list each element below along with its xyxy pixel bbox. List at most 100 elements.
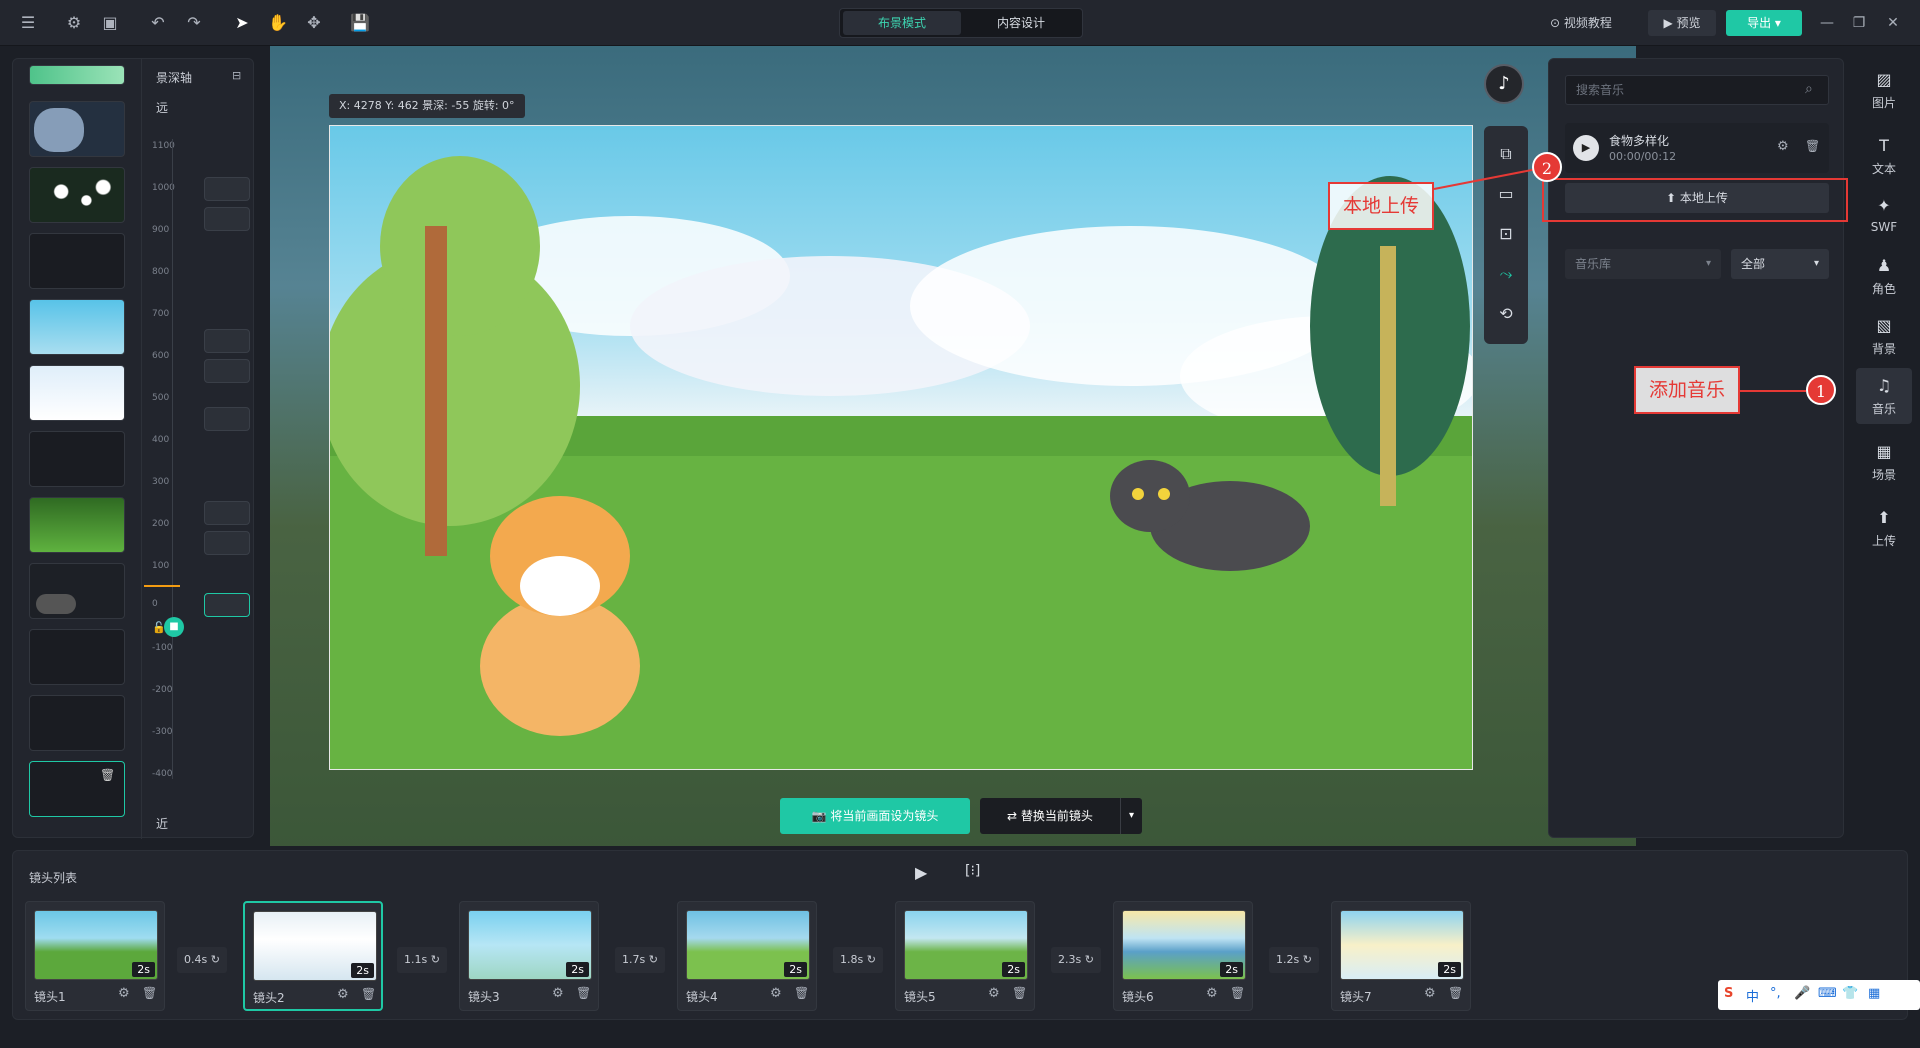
nav-item-image[interactable]: ▨ 图片: [1856, 62, 1912, 118]
layer-thumbnail[interactable]: [29, 299, 125, 355]
path-tool-icon[interactable]: ⤳: [1494, 262, 1518, 286]
minimize-icon[interactable]: —: [1814, 10, 1840, 36]
tab-layout-mode[interactable]: 布景模式: [843, 11, 961, 35]
hand-tool-icon[interactable]: ✋: [266, 11, 290, 35]
depth-layer-chip[interactable]: [204, 359, 250, 383]
layer-thumbnail[interactable]: [29, 167, 125, 223]
tab-content-design[interactable]: 内容设计: [962, 11, 1080, 35]
trash-icon[interactable]: 🗑: [1230, 986, 1245, 1000]
layer-thumbnail[interactable]: [29, 629, 125, 685]
preview-frame-icon[interactable]: ⧉: [1494, 142, 1518, 166]
shot-card[interactable]: 2s 镜头5 ⚙ 🗑: [895, 901, 1035, 1011]
ime-language[interactable]: 中: [1746, 986, 1759, 1005]
undo-icon[interactable]: ↶: [146, 11, 170, 35]
fit-icon[interactable]: [⁝]: [965, 863, 980, 879]
depth-layer-chip[interactable]: [204, 501, 250, 525]
search-icon[interactable]: ⌕: [1805, 81, 1813, 97]
nav-item-character[interactable]: ♟ 角色: [1856, 248, 1912, 304]
gear-icon[interactable]: ⚙: [988, 986, 1000, 1001]
rotate-icon[interactable]: ⟲: [1494, 302, 1518, 326]
trash-icon[interactable]: 🗑: [361, 987, 376, 1001]
gear-icon[interactable]: ⚙: [1206, 986, 1218, 1001]
trash-icon[interactable]: 🗑: [1805, 139, 1820, 153]
redo-icon[interactable]: ↷: [182, 11, 206, 35]
layer-thumbnail[interactable]: [29, 695, 125, 751]
music-note-icon[interactable]: ♪: [1484, 64, 1524, 104]
restore-icon[interactable]: ❐: [1846, 10, 1872, 36]
scene-stage[interactable]: [329, 125, 1473, 770]
transition-chip[interactable]: 1.1s ↻: [397, 947, 447, 973]
keyboard-icon[interactable]: ⌨: [1818, 986, 1837, 1001]
gear-icon[interactable]: ⚙: [337, 987, 349, 1002]
shot-card[interactable]: 2s 镜头4 ⚙ 🗑: [677, 901, 817, 1011]
nav-item-text[interactable]: T 文本: [1856, 128, 1912, 184]
layer-thumbnail[interactable]: [29, 431, 125, 487]
microphone-icon[interactable]: 🎤: [1794, 986, 1810, 1001]
shot-card[interactable]: 2s 镜头3 ⚙ 🗑: [459, 901, 599, 1011]
skin-icon[interactable]: 👕: [1842, 986, 1858, 1001]
depth-layer-chip[interactable]: [204, 329, 250, 353]
replace-shot-button[interactable]: ⇄ 替换当前镜头: [980, 798, 1120, 834]
layer-thumbnail[interactable]: [29, 233, 125, 289]
gear-icon[interactable]: ⚙: [118, 986, 130, 1001]
transition-chip[interactable]: 1.8s ↻: [833, 947, 883, 973]
layer-thumbnail[interactable]: [29, 101, 125, 157]
trash-icon[interactable]: 🗑: [100, 768, 115, 782]
music-library-select[interactable]: 音乐库 ▾: [1565, 249, 1721, 279]
transition-chip[interactable]: 1.2s ↻: [1269, 947, 1319, 973]
depth-layer-chip[interactable]: [204, 177, 250, 201]
trash-icon[interactable]: 🗑: [142, 986, 157, 1000]
nav-item-scene[interactable]: ▦ 场景: [1856, 434, 1912, 490]
depth-slider-handle[interactable]: [144, 585, 180, 587]
trash-icon[interactable]: 🗑: [794, 986, 809, 1000]
anchor-tool-icon[interactable]: ✥: [302, 11, 326, 35]
nav-item-swf[interactable]: ✦ SWF: [1856, 188, 1912, 244]
select-tool-icon[interactable]: ➤: [230, 11, 254, 35]
category-select[interactable]: 全部 ▾: [1731, 249, 1829, 279]
transition-chip[interactable]: 2.3s ↻: [1051, 947, 1101, 973]
menu-icon[interactable]: ☰: [16, 11, 40, 35]
nav-item-music[interactable]: ♫ 音乐: [1856, 368, 1912, 424]
layer-thumbnail[interactable]: [29, 65, 125, 85]
set-as-shot-button[interactable]: 📷 将当前画面设为镜头: [780, 798, 970, 834]
transition-chip[interactable]: 1.7s ↻: [615, 947, 665, 973]
save-icon[interactable]: 💾: [348, 11, 372, 35]
gear-icon[interactable]: ⚙: [1424, 986, 1436, 1001]
trash-icon[interactable]: 🗑: [1448, 986, 1463, 1000]
shot-card[interactable]: 2s 镜头6 ⚙ 🗑: [1113, 901, 1253, 1011]
play-icon[interactable]: ▶: [915, 863, 927, 882]
preview-button[interactable]: ▶ 预览: [1648, 10, 1716, 36]
shot-card-selected[interactable]: 2s 镜头2 ⚙ 🗑: [243, 901, 383, 1011]
layer-thumbnail[interactable]: [29, 497, 125, 553]
layers-icon[interactable]: ▭: [1494, 182, 1518, 206]
trash-icon[interactable]: 🗑: [1012, 986, 1027, 1000]
camera-marker-icon[interactable]: ■: [164, 617, 184, 637]
depth-layer-chip-selected[interactable]: [204, 593, 250, 617]
layer-thumbnail-selected[interactable]: 🗑: [29, 761, 125, 817]
ime-toolbar[interactable]: S 中 °, 🎤 ⌨ 👕 ▦: [1718, 980, 1920, 1010]
settings-icon[interactable]: ⚙: [62, 11, 86, 35]
play-icon[interactable]: ▶: [1573, 135, 1599, 161]
punctuation-icon[interactable]: °,: [1770, 986, 1781, 1001]
depth-layer-chip[interactable]: [204, 407, 250, 431]
video-tutorial-button[interactable]: ⊙ 视频教程: [1540, 10, 1622, 36]
collapse-icon[interactable]: ⊟: [232, 69, 241, 82]
music-track-item[interactable]: ▶ 食物多样化 00:00/00:12 ⚙ 🗑: [1565, 123, 1829, 173]
depth-layer-chip[interactable]: [204, 207, 250, 231]
depth-layer-chip[interactable]: [204, 531, 250, 555]
nav-item-background[interactable]: ▧ 背景: [1856, 308, 1912, 364]
transition-chip[interactable]: 0.4s ↻: [177, 947, 227, 973]
shot-card[interactable]: 2s 镜头7 ⚙ 🗑: [1331, 901, 1471, 1011]
music-search-input[interactable]: [1565, 75, 1829, 105]
apps-icon[interactable]: ▦: [1868, 986, 1880, 1001]
camera-icon[interactable]: ▣: [98, 11, 122, 35]
fit-screen-icon[interactable]: ⊡: [1494, 222, 1518, 246]
gear-icon[interactable]: ⚙: [1777, 139, 1789, 154]
layer-thumbnail[interactable]: [29, 365, 125, 421]
gear-icon[interactable]: ⚙: [770, 986, 782, 1001]
gear-icon[interactable]: ⚙: [552, 986, 564, 1001]
nav-item-upload[interactable]: ⬆ 上传: [1856, 500, 1912, 556]
layer-thumbnail[interactable]: [29, 563, 125, 619]
chevron-down-icon[interactable]: ▾: [1120, 798, 1142, 834]
export-button[interactable]: 导出 ▾: [1726, 10, 1802, 36]
